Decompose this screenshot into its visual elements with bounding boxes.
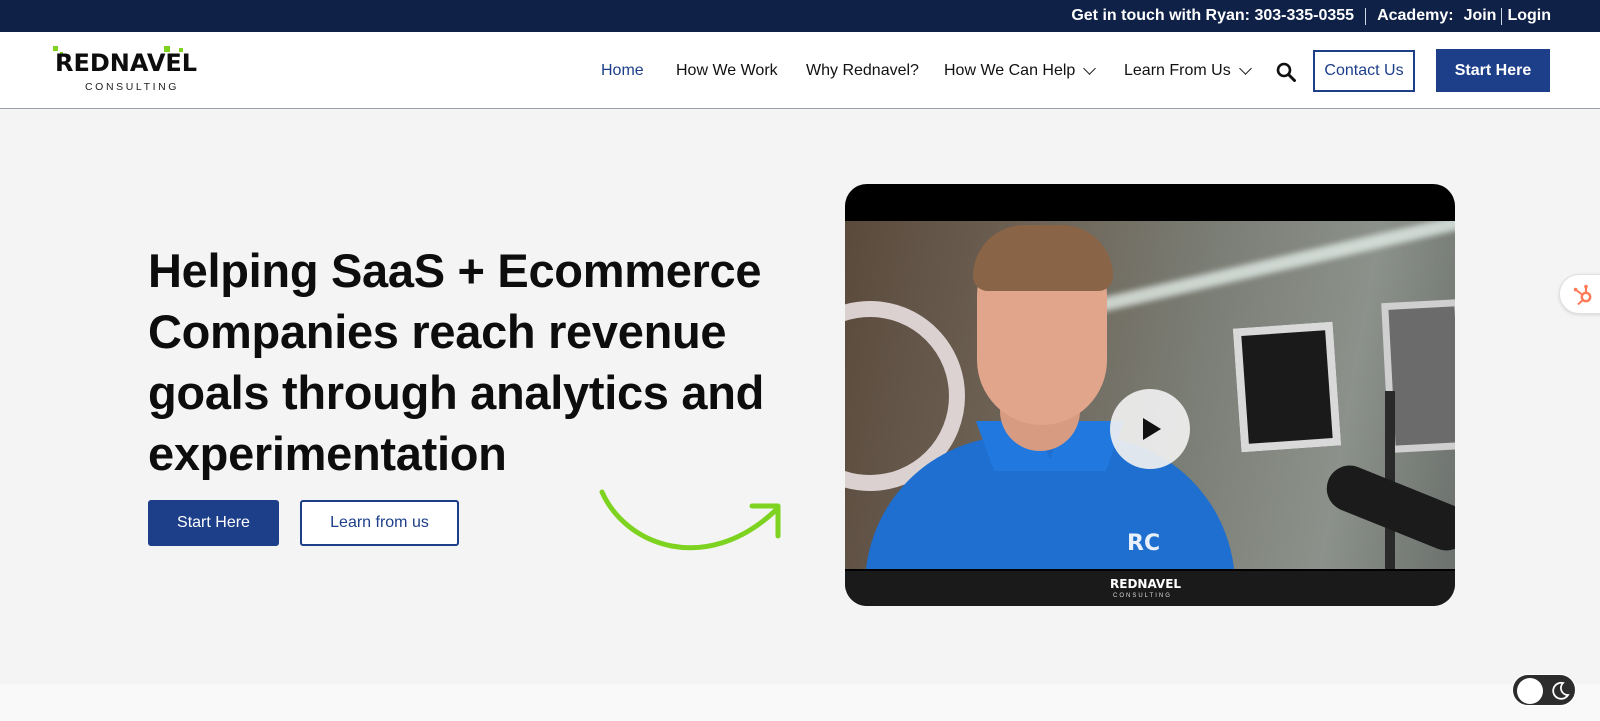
video-brand-bar: REDNAVEL CONSULTING: [845, 569, 1455, 606]
hubspot-chat-tab[interactable]: [1559, 274, 1600, 314]
next-section: [0, 684, 1600, 721]
top-contact-bar: Get in touch with Ryan: 303-335-0355 Aca…: [0, 0, 1600, 32]
presenter-hair: [973, 225, 1113, 291]
hubspot-icon: [1573, 284, 1592, 306]
nav-how-we-work-label: How We Work: [676, 62, 778, 79]
chevron-down-icon: [1083, 61, 1097, 75]
search-icon[interactable]: [1276, 62, 1296, 82]
toggle-knob: [1517, 678, 1543, 704]
chevron-down-icon: [1238, 61, 1252, 75]
nav-home-label: Home: [601, 62, 644, 79]
shirt-logo: RC: [1127, 531, 1161, 556]
nav-learn-from-us[interactable]: Learn From Us: [1124, 61, 1252, 80]
site-header: REDNAVEL CONSULTING Home How We Work Why…: [0, 32, 1600, 109]
video-brand-wordmark: REDNAVEL: [1110, 577, 1182, 591]
main-nav: Home How We Work Why Rednavel? How We Ca…: [0, 32, 1600, 109]
wall-frame-graphic: [1232, 321, 1342, 453]
play-icon: [1143, 418, 1161, 440]
topbar-content: Get in touch with Ryan: 303-335-0355 Aca…: [1071, 0, 1551, 32]
nav-home[interactable]: Home: [601, 62, 644, 80]
nav-how-we-work[interactable]: How We Work: [676, 62, 778, 80]
topbar-divider: [1365, 7, 1367, 25]
play-button[interactable]: [1110, 389, 1190, 469]
nav-how-we-can-help-label: How We Can Help: [944, 62, 1076, 79]
hero-learn-from-us-button[interactable]: Learn from us: [300, 500, 459, 546]
join-link[interactable]: Join: [1464, 7, 1497, 25]
start-here-header-button[interactable]: Start Here: [1436, 49, 1550, 92]
video-thumbnail: RC: [845, 221, 1455, 569]
academy-label: Academy:: [1377, 7, 1454, 24]
contact-us-button[interactable]: Contact Us: [1313, 50, 1415, 92]
nav-learn-from-us-label: Learn From Us: [1124, 62, 1231, 79]
dark-mode-toggle[interactable]: [1512, 674, 1576, 706]
nav-how-we-can-help[interactable]: How We Can Help: [944, 61, 1097, 80]
login-link[interactable]: Login: [1507, 7, 1551, 25]
video-brand-subtitle: CONSULTING: [1113, 593, 1172, 599]
hero-headline: Helping SaaS + Ecommerce Companies reach…: [148, 244, 765, 480]
curved-arrow-icon: [599, 489, 781, 551]
topbar-divider-small: [1501, 7, 1503, 25]
nav-why-rednavel[interactable]: Why Rednavel?: [806, 62, 919, 80]
intro-video-player[interactable]: RC REDNAVEL CONSULTING: [845, 184, 1455, 606]
nav-why-label: Why Rednavel?: [806, 62, 919, 79]
phone-link[interactable]: Get in touch with Ryan: 303-335-0355: [1071, 7, 1354, 25]
hero-start-here-button[interactable]: Start Here: [148, 500, 279, 546]
moon-icon: [1552, 681, 1570, 700]
